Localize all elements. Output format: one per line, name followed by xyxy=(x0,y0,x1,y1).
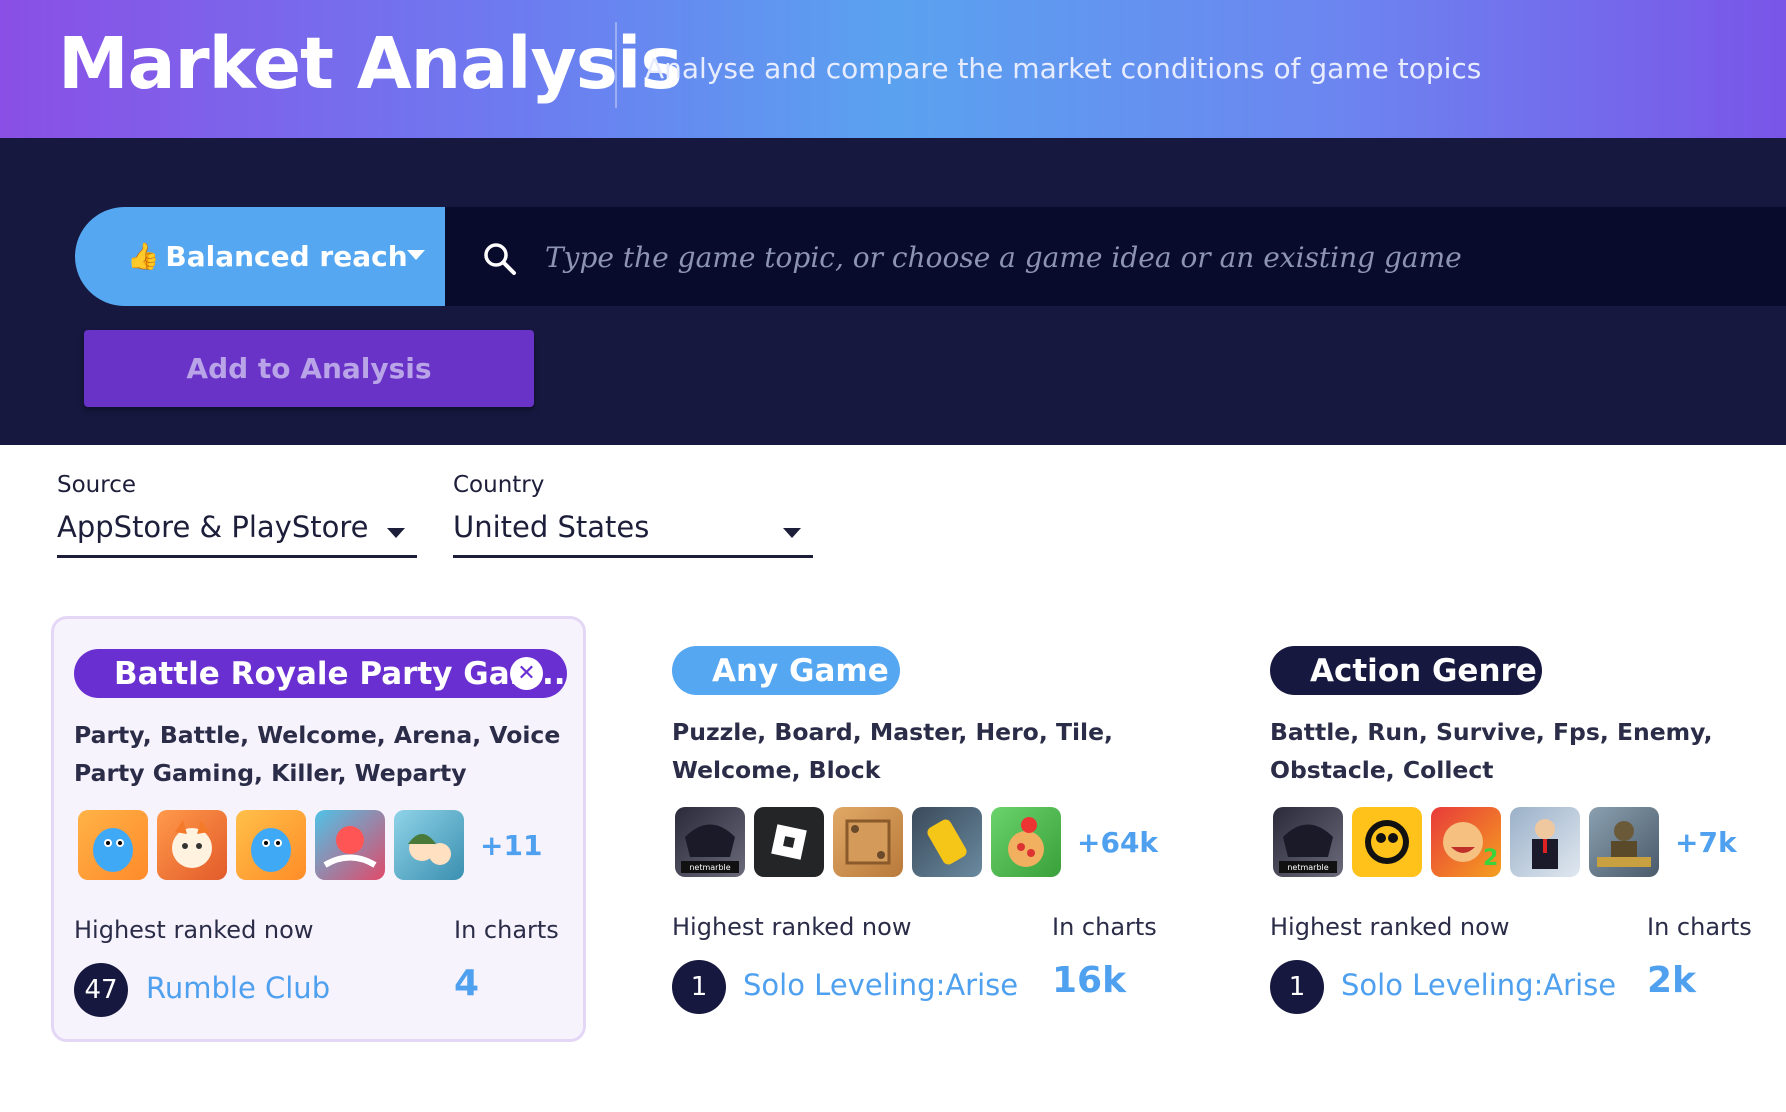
rank-badge: 1 xyxy=(1270,960,1324,1014)
in-charts-label: In charts xyxy=(1647,913,1752,941)
more-games-count: +11 xyxy=(480,828,543,862)
in-charts-label: In charts xyxy=(454,916,559,944)
game-icon[interactable] xyxy=(991,807,1061,877)
source-value: AppStore & PlayStore xyxy=(57,510,369,544)
svg-text:netmarble: netmarble xyxy=(1287,863,1328,872)
game-icon[interactable] xyxy=(236,810,306,880)
highest-ranked-label: Highest ranked now xyxy=(1270,913,1510,941)
topic-keywords: Party, Battle, Welcome, Arena, Voice Par… xyxy=(74,721,561,787)
game-icon[interactable] xyxy=(833,807,903,877)
game-icons: netmarble +64k xyxy=(675,807,1158,877)
topic-card[interactable]: Action Genre Battle, Run, Survive, Fps, … xyxy=(1249,616,1784,1042)
page-header: Market Analysis Analyse and compare the … xyxy=(0,0,1786,138)
close-icon[interactable]: ✕ xyxy=(510,657,543,690)
add-to-analysis-button[interactable]: Add to Analysis xyxy=(84,330,534,407)
game-icon[interactable] xyxy=(157,810,227,880)
rank-badge: 47 xyxy=(74,963,128,1017)
topic-title: Any Game xyxy=(712,652,889,689)
in-charts-count: 16k xyxy=(1052,960,1127,1001)
country-label: Country xyxy=(453,472,545,498)
chevron-down-icon xyxy=(387,528,405,538)
game-icon[interactable] xyxy=(394,810,464,880)
search-box xyxy=(445,207,1786,306)
game-icon[interactable] xyxy=(754,807,824,877)
search-input[interactable] xyxy=(545,229,1745,285)
game-icon[interactable] xyxy=(78,810,148,880)
game-icon[interactable] xyxy=(1589,807,1659,877)
topic-keywords: Battle, Run, Survive, Fps, Enemy, Obstac… xyxy=(1270,718,1713,784)
in-charts-label: In charts xyxy=(1052,913,1157,941)
top-game-link[interactable]: Solo Leveling:Arise xyxy=(1341,968,1616,1002)
rank-badge: 1 xyxy=(672,960,726,1014)
game-icon[interactable] xyxy=(1352,807,1422,877)
topic-title: Battle Royale Party Gam... xyxy=(114,655,567,692)
country-select[interactable]: United States xyxy=(453,510,813,558)
search-icon xyxy=(484,243,516,275)
topic-card[interactable]: Any Game Puzzle, Board, Master, Hero, Ti… xyxy=(651,616,1186,1042)
reach-label: Balanced reach xyxy=(165,240,408,273)
top-game-link[interactable]: Rumble Club xyxy=(146,971,330,1005)
game-icon[interactable]: netmarble xyxy=(1273,807,1343,877)
svg-text:netmarble: netmarble xyxy=(689,863,730,872)
chevron-down-icon xyxy=(407,250,425,260)
country-value: United States xyxy=(453,510,650,544)
svg-text:2: 2 xyxy=(1483,846,1498,871)
highest-ranked-label: Highest ranked now xyxy=(672,913,912,941)
chevron-down-icon xyxy=(783,528,801,538)
game-icons: netmarble 2 +7k xyxy=(1273,807,1737,877)
topic-pill[interactable]: Any Game xyxy=(672,646,900,695)
header-divider xyxy=(615,22,617,108)
topic-pill[interactable]: Battle Royale Party Gam... ✕ xyxy=(74,649,567,698)
more-games-count: +64k xyxy=(1077,825,1159,859)
topic-pill[interactable]: Action Genre xyxy=(1270,646,1542,695)
top-game-link[interactable]: Solo Leveling:Arise xyxy=(743,968,1018,1002)
source-label: Source xyxy=(57,472,136,498)
game-icon[interactable]: netmarble xyxy=(675,807,745,877)
page-subtitle: Analyse and compare the market condition… xyxy=(645,52,1482,85)
in-charts-count: 2k xyxy=(1647,960,1696,1001)
game-icon[interactable] xyxy=(315,810,385,880)
reach-dropdown[interactable]: 👍 Balanced reach xyxy=(75,207,445,306)
more-games-count: +7k xyxy=(1675,825,1737,859)
thumbs-up-icon: 👍 xyxy=(127,241,160,272)
game-icon[interactable]: 2 xyxy=(1431,807,1501,877)
topic-keywords: Puzzle, Board, Master, Hero, Tile, Welco… xyxy=(672,718,1113,784)
search-band: 👍 Balanced reach Add to Analysis xyxy=(0,138,1786,445)
in-charts-count: 4 xyxy=(454,963,480,1004)
game-icon[interactable] xyxy=(912,807,982,877)
source-select[interactable]: AppStore & PlayStore xyxy=(57,510,417,558)
highest-ranked-label: Highest ranked now xyxy=(74,916,314,944)
page-title: Market Analysis xyxy=(58,22,683,105)
game-icon[interactable] xyxy=(1510,807,1580,877)
topic-title: Action Genre xyxy=(1310,652,1537,689)
game-icons: +11 xyxy=(78,810,542,880)
topic-card[interactable]: Battle Royale Party Gam... ✕ Party, Batt… xyxy=(51,616,586,1042)
